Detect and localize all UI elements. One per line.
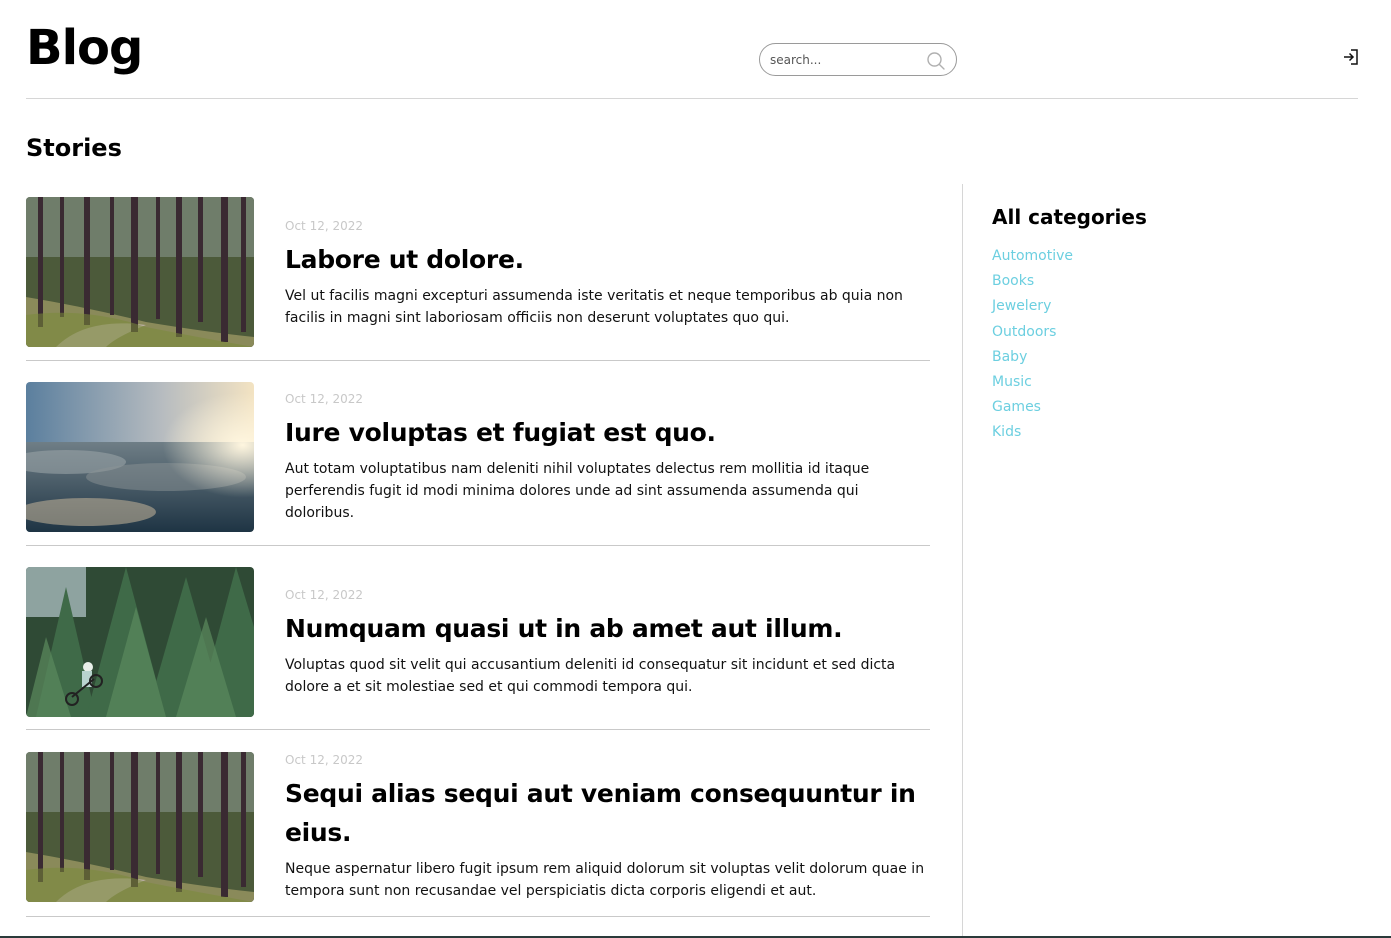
story-date: Oct 12, 2022 [285, 219, 363, 233]
story-card: Oct 12, 2022 Sequi alias sequi aut venia… [26, 752, 930, 917]
category-link-games[interactable]: Games [992, 395, 1352, 420]
story-card: Oct 12, 2022 Labore ut dolore. Vel ut fa… [26, 197, 930, 361]
story-excerpt: Aut totam voluptatibus nam deleniti nihi… [285, 461, 870, 521]
site-logo[interactable]: Blog [26, 18, 143, 78]
sidebar-title: All categories [992, 205, 1147, 229]
search-icon[interactable] [926, 51, 946, 71]
story-date: Oct 12, 2022 [285, 753, 363, 767]
story-title[interactable]: Iure voluptas et fugiat est quo. [285, 413, 930, 452]
story-body: Oct 12, 2022 Numquam quasi ut in ab amet… [285, 587, 930, 698]
story-date: Oct 12, 2022 [285, 392, 363, 406]
category-link-outdoors[interactable]: Outdoors [992, 320, 1352, 345]
story-title[interactable]: Numquam quasi ut in ab amet aut illum. [285, 609, 930, 648]
categories-sidebar: All categories Automotive Books Jewelery… [992, 200, 1352, 446]
story-date: Oct 12, 2022 [285, 588, 363, 602]
story-excerpt: Voluptas quod sit velit qui accusantium … [285, 657, 896, 695]
column-divider [962, 184, 963, 938]
story-image-forest-path[interactable] [26, 752, 254, 902]
category-link-baby[interactable]: Baby [992, 345, 1352, 370]
login-icon[interactable] [1342, 48, 1360, 66]
search-input[interactable] [770, 51, 920, 69]
search-box[interactable] [759, 43, 957, 76]
category-link-kids[interactable]: Kids [992, 420, 1352, 445]
category-link-books[interactable]: Books [992, 269, 1352, 294]
category-link-automotive[interactable]: Automotive [992, 244, 1352, 269]
story-title[interactable]: Labore ut dolore. [285, 240, 930, 279]
story-body: Oct 12, 2022 Iure voluptas et fugiat est… [285, 391, 930, 524]
site-header: Blog [26, 0, 1358, 99]
story-excerpt: Vel ut facilis magni excepturi assumenda… [285, 288, 903, 326]
story-excerpt: Neque aspernatur libero fugit ipsum rem … [285, 861, 925, 899]
story-body: Oct 12, 2022 Labore ut dolore. Vel ut fa… [285, 218, 930, 329]
story-body: Oct 12, 2022 Sequi alias sequi aut venia… [285, 752, 930, 902]
story-image-mountain-biker-forest[interactable] [26, 567, 254, 717]
story-card: Oct 12, 2022 Numquam quasi ut in ab amet… [26, 567, 930, 730]
category-link-music[interactable]: Music [992, 370, 1352, 395]
category-link-jewelery[interactable]: Jewelery [992, 294, 1352, 319]
story-title[interactable]: Sequi alias sequi aut veniam consequuntu… [285, 774, 930, 852]
section-title: Stories [26, 134, 122, 162]
story-image-clouds-sunrise[interactable] [26, 382, 254, 532]
story-image-forest-path[interactable] [26, 197, 254, 347]
story-card: Oct 12, 2022 Iure voluptas et fugiat est… [26, 382, 930, 546]
